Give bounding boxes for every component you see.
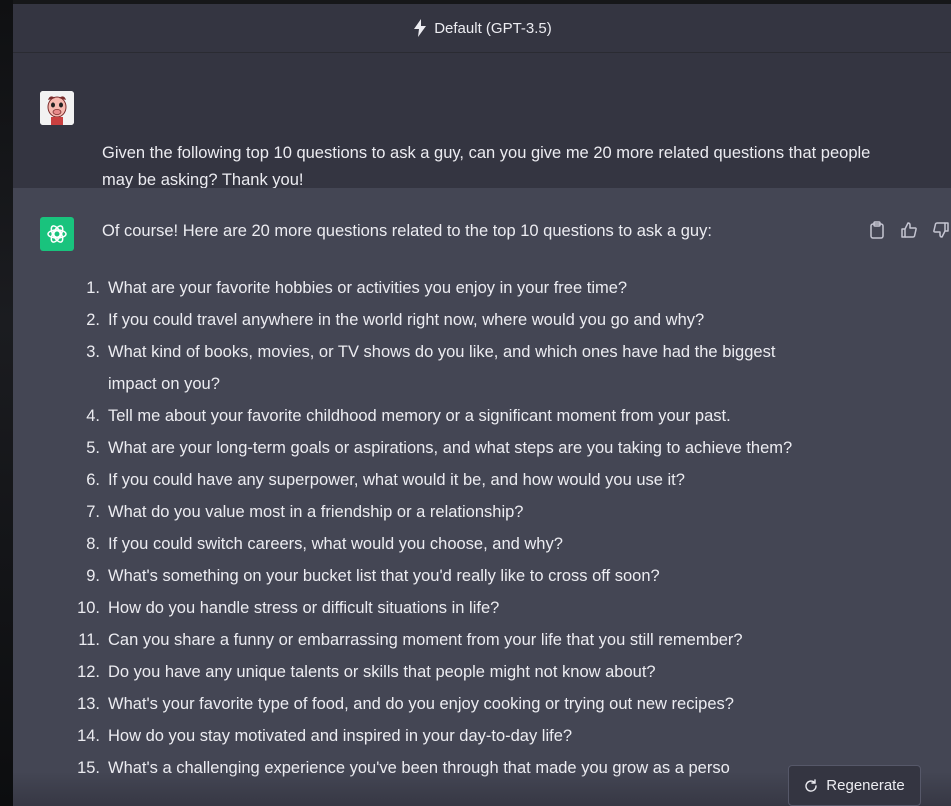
user-message-text: Given the following top 10 questions to … <box>102 144 871 189</box>
regenerate-label: Regenerate <box>826 777 905 794</box>
regenerate-button[interactable]: Regenerate <box>788 765 921 806</box>
model-indicator[interactable]: Default (GPT-3.5) <box>13 4 951 53</box>
user-message: Given the following top 10 questions to … <box>13 53 951 189</box>
list-item: 5. What are your long-term goals or aspir… <box>86 439 793 457</box>
model-label: Default (GPT-3.5) <box>434 19 552 37</box>
bolt-icon <box>412 19 428 37</box>
refresh-icon <box>804 778 818 793</box>
list-item: 4. Tell me about your favorite childhood … <box>86 407 731 425</box>
thumbs-up-icon[interactable] <box>899 220 919 240</box>
list-item: 1. What are your favorite hobbies or acti… <box>86 279 628 297</box>
message-actions <box>867 220 951 240</box>
list-item: 8. If you could switch careers, what woul… <box>86 535 563 553</box>
list-item: 3. What kind of books, movies, or TV show… <box>86 343 776 393</box>
question-list: 1. What are your favorite hobbies or acti… <box>61 272 821 784</box>
list-item: 12. Do you have any unique talents or ski… <box>77 663 656 681</box>
chat-window: Default (GPT-3.5) Given the following to… <box>13 4 951 806</box>
list-item: 2. If you could travel anywhere in the wo… <box>86 311 705 329</box>
assistant-message: Of course! Here are 20 more questions re… <box>13 188 951 806</box>
list-item: 6. If you could have any superpower, what… <box>86 471 685 489</box>
user-avatar <box>40 91 74 125</box>
assistant-intro-text: Of course! Here are 20 more questions re… <box>102 222 712 240</box>
window-left-edge <box>0 0 13 806</box>
openai-logo-icon <box>40 217 74 251</box>
list-item: 7. What do you value most in a friendship… <box>86 503 524 521</box>
thumbs-down-icon[interactable] <box>931 220 951 240</box>
clipboard-icon[interactable] <box>867 220 887 240</box>
list-item: 13. What's your favorite type of food, an… <box>77 695 734 713</box>
list-item: 14. How do you stay motivated and inspire… <box>77 727 573 745</box>
list-item: 10. How do you handle stress or difficult… <box>77 599 500 617</box>
list-item: 11. Can you share a funny or embarrassing… <box>78 631 743 649</box>
list-item: 9. What's something on your bucket list t… <box>86 567 660 585</box>
